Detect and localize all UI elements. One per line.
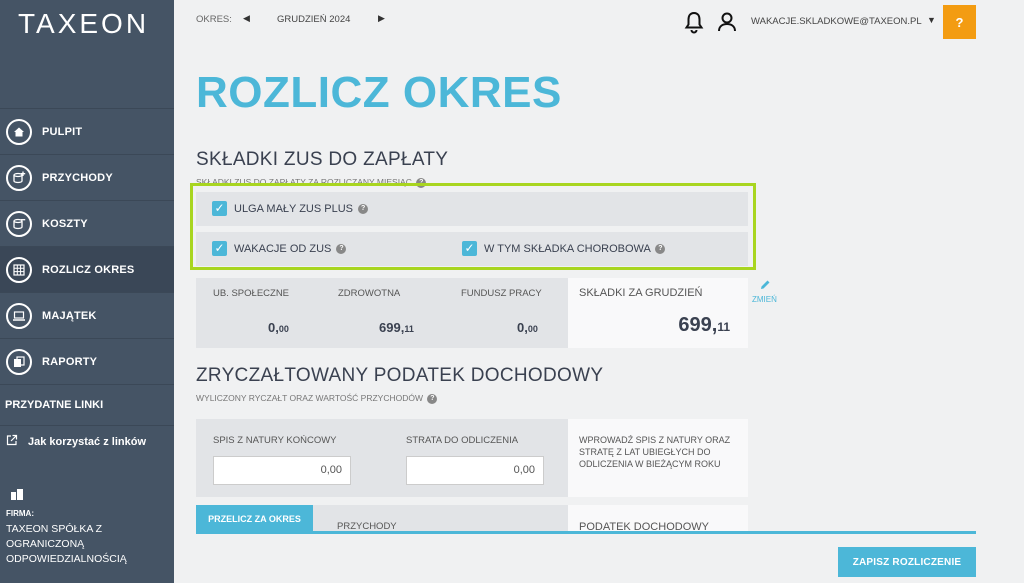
sidebar: TAXEON PULPIT PRZYCHODY KOSZTY ROZLICZ O… <box>0 0 174 583</box>
fundusz-value: 0,00 <box>517 320 538 335</box>
sidebar-item-koszty[interactable]: KOSZTY <box>0 200 174 246</box>
reports-icon <box>6 348 32 375</box>
save-settlement-button[interactable]: ZAPISZ ROZLICZENIE <box>838 547 976 577</box>
zus-total-label: SKŁADKI ZA GRUDZIEŃ <box>579 287 703 299</box>
recalc-button[interactable]: PRZELICZ ZA OKRES <box>196 505 313 533</box>
help-button[interactable]: ? <box>943 5 976 39</box>
strata-input[interactable]: 0,00 <box>406 456 544 485</box>
coins-minus-icon <box>6 210 32 237</box>
summary-strip: PRZELICZ ZA OKRES PRZYCHODY PODATEK DOCH… <box>196 505 976 534</box>
laptop-icon <box>6 302 32 329</box>
bell-icon[interactable] <box>683 10 705 34</box>
change-link[interactable]: ZMIEŃ <box>752 295 777 304</box>
tax-inputs-box: SPIS Z NATURY KOŃCOWY 0,00 STRATA DO ODL… <box>196 419 568 497</box>
useful-links-heading: PRZYDATNE LINKI <box>0 384 174 426</box>
tax-note-box: WPROWADŹ SPIS Z NATURY ORAZ STRATĘ Z LAT… <box>568 419 748 497</box>
zus-total-box: SKŁADKI ZA GRUDZIEŃ 699,11 <box>568 278 748 348</box>
calculator-icon <box>6 256 32 283</box>
podatek-box: PODATEK DOCHODOWY <box>568 505 748 533</box>
spoleczne-value: 0,00 <box>268 320 289 335</box>
spis-label: SPIS Z NATURY KOŃCOWY <box>213 435 337 446</box>
sidebar-item-label: MAJĄTEK <box>42 309 97 322</box>
spis-input[interactable]: 0,00 <box>213 456 351 485</box>
zus-breakdown: UB. SPOŁECZNE 0,00 ZDROWOTNA 699,11 FUND… <box>196 278 568 348</box>
tax-note: WPROWADŹ SPIS Z NATURY ORAZ STRATĘ Z LAT… <box>579 435 731 469</box>
user-email[interactable]: WAKACJE.SKLADKOWE@TAXEON.PL <box>751 16 922 27</box>
sidebar-item-raporty[interactable]: RAPORTY <box>0 338 174 384</box>
pencil-icon[interactable] <box>759 279 771 294</box>
spoleczne-label: UB. SPOŁECZNE <box>213 288 290 299</box>
user-icon[interactable] <box>716 10 738 34</box>
question-icon[interactable]: ? <box>427 393 438 404</box>
zdrowotna-value: 699,11 <box>379 320 414 335</box>
period-label: OKRES: <box>196 14 232 25</box>
zdrowotna-label: ZDROWOTNA <box>338 288 401 299</box>
sidebar-item-label: ROZLICZ OKRES <box>42 263 135 276</box>
highlight-frame <box>190 183 756 270</box>
sidebar-item-przychody[interactable]: PRZYCHODY <box>0 154 174 200</box>
home-icon <box>6 118 32 145</box>
firm-name: TAXEON SPÓŁKA Z OGRANICZONĄ ODPOWIEDZIAL… <box>6 523 127 565</box>
link-label: Jak korzystać z linków <box>28 435 146 448</box>
next-period-icon[interactable]: ▶ <box>378 13 385 24</box>
coins-plus-icon <box>6 164 32 191</box>
sidebar-item-label: KOSZTY <box>42 217 88 230</box>
building-icon <box>10 488 24 503</box>
strata-label: STRATA DO ODLICZENIA <box>406 435 519 446</box>
summary-underline <box>196 531 976 534</box>
sidebar-item-majatek[interactable]: MAJĄTEK <box>0 292 174 338</box>
chevron-down-icon[interactable]: ▼ <box>927 15 936 25</box>
firm-label: FIRMA: <box>6 509 34 518</box>
zus-total-value: 699,11 <box>678 314 730 336</box>
external-link-icon <box>6 434 18 449</box>
zus-section-title: SKŁADKI ZUS DO ZAPŁATY <box>196 149 449 170</box>
sidebar-item-rozlicz-okres[interactable]: ROZLICZ OKRES <box>0 246 174 292</box>
tax-section-title: ZRYCZAŁTOWANY PODATEK DOCHODOWY <box>196 365 604 386</box>
sidebar-item-label: RAPORTY <box>42 355 98 368</box>
sidebar-nav: PULPIT PRZYCHODY KOSZTY ROZLICZ OKRES MA… <box>0 108 174 384</box>
tax-section-subtitle: WYLICZONY RYCZAŁT ORAZ WARTOŚĆ PRZYCHODÓ… <box>196 393 438 404</box>
how-to-use-links-link[interactable]: Jak korzystać z linków <box>6 434 146 449</box>
sidebar-item-pulpit[interactable]: PULPIT <box>0 108 174 154</box>
sidebar-item-label: PULPIT <box>42 125 83 138</box>
taxeon-logo[interactable]: TAXEON <box>18 8 149 40</box>
page-title: ROZLICZ OKRES <box>196 68 562 117</box>
previous-period-icon[interactable]: ◀ <box>243 13 250 24</box>
sidebar-item-label: PRZYCHODY <box>42 171 113 184</box>
fundusz-label: FUNDUSZ PRACY <box>461 288 542 299</box>
period-value: GRUDZIEŃ 2024 <box>277 14 351 25</box>
